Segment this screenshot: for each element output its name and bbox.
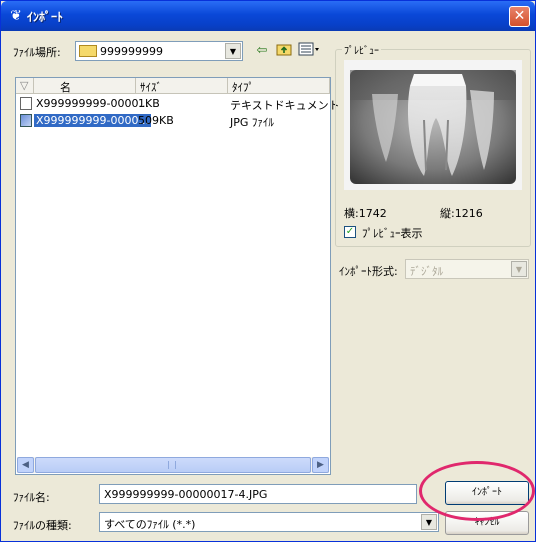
highlight-circle: [419, 461, 535, 521]
filetype-label: ﾌｧｲﾙの種類:: [13, 519, 72, 532]
file-size: 509KB: [138, 114, 174, 127]
file-list[interactable]: ▽ 名 ｻｲｽﾞ ﾀｲﾌﾟ X999999999-0000... 1KB テキス…: [15, 77, 340, 475]
preview-caption: ﾌﾟﾚﾋﾞｭｰ: [342, 42, 381, 57]
title-bar[interactable]: ❦ ｲﾝﾎﾟｰﾄ ✕: [1, 1, 535, 31]
location-label: ﾌｧｲﾙ場所:: [13, 46, 61, 59]
close-button[interactable]: ✕: [509, 6, 530, 27]
chevron-down-icon[interactable]: ▼: [421, 514, 437, 530]
scroll-left-button[interactable]: ◀: [17, 457, 34, 473]
location-value: 999999999: [100, 45, 163, 58]
back-arrow-icon[interactable]: ⇦: [253, 42, 271, 60]
text-file-icon: [20, 97, 32, 110]
show-preview-label: ﾌﾟﾚﾋﾞｭｰ表示: [362, 227, 423, 240]
file-row-selected[interactable]: X999999999-0000... 509KB JPG ﾌｧｲﾙ: [18, 113, 330, 129]
import-format-select[interactable]: ﾃﾞｼﾞﾀﾙ ▼: [405, 259, 529, 279]
column-header-type[interactable]: ﾀｲﾌﾟ: [228, 78, 330, 94]
preview-group: ﾌﾟﾚﾋﾞｭｰ 横:1742 縦:1216 ✓ ﾌﾟﾚﾋﾞｭｰ表示: [335, 42, 531, 247]
sort-column-header[interactable]: ▽: [16, 78, 34, 94]
scroll-right-button[interactable]: ▶: [312, 457, 329, 473]
scrollbar-thumb[interactable]: [35, 457, 311, 473]
file-type: テキストドキュメント: [230, 99, 340, 112]
view-menu-icon[interactable]: [297, 42, 321, 62]
file-size: 1KB: [138, 97, 160, 110]
file-type: JPG ﾌｧｲﾙ: [230, 116, 274, 129]
filename-label: ﾌｧｲﾙ名:: [13, 491, 50, 504]
show-preview-checkbox[interactable]: ✓: [344, 226, 356, 238]
filename-input[interactable]: X999999999-00000017-4.JPG: [99, 484, 417, 504]
import-format-label: ｲﾝﾎﾟｰﾄ形式:: [339, 265, 398, 278]
chevron-down-icon[interactable]: ▼: [225, 43, 241, 59]
window-title: ｲﾝﾎﾟｰﾄ: [27, 10, 64, 24]
filetype-value: すべてのﾌｧｲﾙ (*.*): [104, 518, 196, 531]
folder-up-icon[interactable]: [275, 42, 293, 62]
import-dialog: ❦ ｲﾝﾎﾟｰﾄ ✕ ﾌｧｲﾙ場所: 999999999 ▼ ⇦ ▽ 名 ｻｲｽ…: [0, 0, 536, 542]
location-combo[interactable]: 999999999 ▼: [75, 41, 243, 61]
import-format-value: ﾃﾞｼﾞﾀﾙ: [410, 265, 443, 278]
file-name: X999999999-0000...: [34, 114, 151, 127]
file-name: X999999999-0000...: [36, 97, 149, 110]
column-header-size[interactable]: ｻｲｽﾞ: [136, 78, 228, 94]
app-icon: ❦: [10, 8, 22, 24]
image-file-icon: [20, 114, 32, 127]
folder-icon: [79, 45, 97, 57]
image-height: 縦:1216: [440, 207, 483, 220]
xray-preview-image: [344, 60, 522, 190]
file-row[interactable]: X999999999-0000... 1KB テキストドキュメント: [18, 96, 340, 112]
column-header-name[interactable]: 名: [34, 78, 136, 94]
image-width: 横:1742: [344, 207, 387, 220]
chevron-down-icon[interactable]: ▼: [511, 261, 527, 277]
filetype-select[interactable]: すべてのﾌｧｲﾙ (*.*) ▼: [99, 512, 439, 532]
horizontal-scrollbar[interactable]: ◀ ▶: [17, 457, 329, 473]
